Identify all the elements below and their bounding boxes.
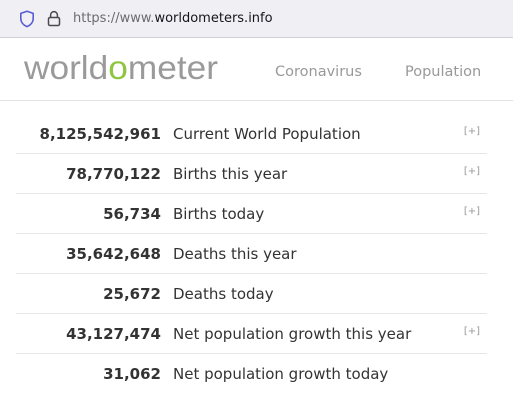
- worldometer-logo[interactable]: world ometer: [24, 51, 220, 85]
- counter-row-births-this-year: 78,770,122 Births this year [+]: [16, 154, 487, 194]
- counter-value: 31,062: [103, 365, 161, 383]
- lock-icon[interactable]: [47, 10, 61, 27]
- counter-row-current-population: 8,125,542,961 Current World Population […: [16, 114, 487, 154]
- counter-label[interactable]: Births today: [173, 203, 264, 225]
- browser-url-bar[interactable]: https://www.worldometers.info: [0, 0, 513, 38]
- expand-toggle[interactable]: [+]: [464, 205, 480, 219]
- counter-row-births-today: 56,734 Births today [+]: [16, 194, 487, 234]
- counter-label[interactable]: Net population growth this year: [173, 323, 411, 345]
- url-text[interactable]: https://www.worldometers.info: [73, 10, 273, 28]
- url-prefix: https://www.: [73, 11, 155, 26]
- expand-toggle[interactable]: [+]: [464, 125, 480, 139]
- expand-toggle[interactable]: [+]: [464, 325, 480, 339]
- counter-row-deaths-this-year: 35,642,648 Deaths this year: [16, 234, 487, 274]
- nav-coronavirus[interactable]: Coronavirus: [275, 62, 362, 82]
- site-header: world ometer Coronavirus Population: [0, 38, 513, 101]
- expand-toggle[interactable]: [+]: [464, 165, 480, 179]
- population-counters: 8,125,542,961 Current World Population […: [16, 114, 487, 394]
- counter-label[interactable]: Current World Population: [173, 123, 361, 145]
- svg-text:worldometer: world ometer: [24, 51, 218, 85]
- counter-value: 25,672: [103, 285, 161, 303]
- counter-value: 35,642,648: [66, 245, 161, 263]
- counter-row-net-growth-today: 31,062 Net population growth today: [16, 354, 487, 394]
- counter-value: 78,770,122: [66, 165, 161, 183]
- counter-row-net-growth-this-year: 43,127,474 Net population growth this ye…: [16, 314, 487, 354]
- nav-population[interactable]: Population: [405, 62, 481, 82]
- url-domain: worldometers.info: [154, 11, 273, 26]
- counter-row-deaths-today: 25,672 Deaths today: [16, 274, 487, 314]
- shield-icon[interactable]: [19, 10, 35, 28]
- counter-label[interactable]: Deaths today: [173, 283, 274, 305]
- counter-value: 43,127,474: [66, 325, 161, 343]
- counter-label[interactable]: Deaths this year: [173, 243, 297, 265]
- counter-label[interactable]: Net population growth today: [173, 363, 388, 385]
- counter-label[interactable]: Births this year: [173, 163, 287, 185]
- counter-value: 56,734: [103, 205, 161, 223]
- counter-value: 8,125,542,961: [39, 125, 161, 143]
